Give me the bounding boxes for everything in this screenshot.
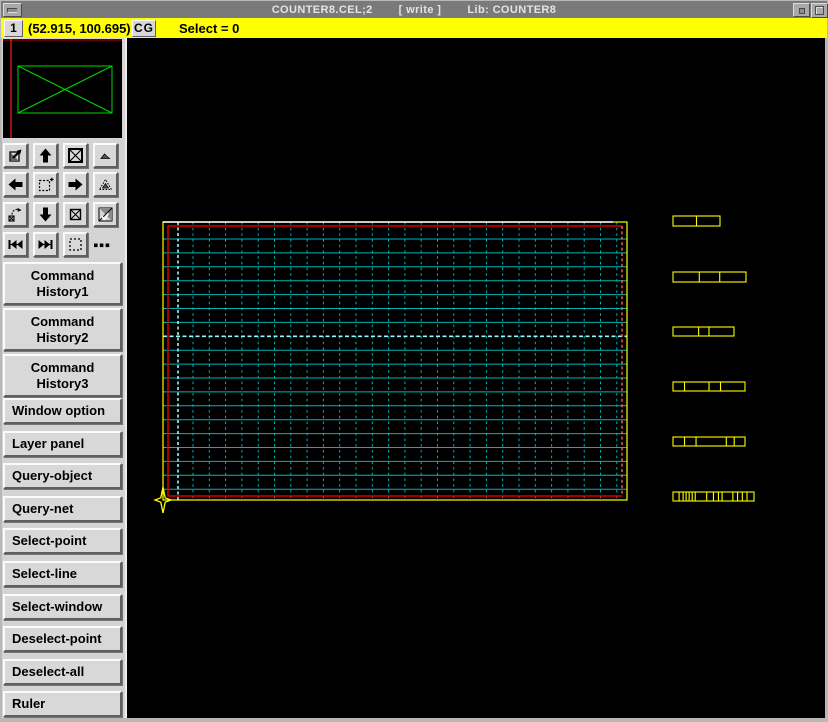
instance-box[interactable] (673, 216, 720, 226)
sidebar-button-ruler[interactable]: Ruler (3, 691, 122, 717)
canvas-drawing (127, 38, 825, 718)
zoom-full-icon (67, 147, 84, 164)
zoom-increase-button[interactable] (93, 172, 118, 197)
title-bar: COUNTER8.CEL;2 [ write ] Lib: COUNTER8 (1, 1, 827, 19)
zoom-window-button[interactable] (33, 172, 58, 197)
zoom-selected-icon (67, 206, 84, 223)
more-options-icon (93, 232, 110, 249)
sidebar-button-select-point[interactable]: Select-point (3, 528, 122, 554)
next-view-button[interactable] (33, 232, 58, 257)
sidebar-button-query-net[interactable]: Query-net (3, 496, 122, 522)
instance-box[interactable] (673, 327, 734, 336)
cursor-coordinates: (52.915, 100.695) (28, 21, 131, 36)
redraw-button[interactable] (3, 143, 28, 168)
overview-panel[interactable] (3, 39, 122, 138)
pan-up-icon (37, 147, 54, 164)
layout-canvas[interactable] (127, 38, 825, 718)
cg-mode-badge[interactable]: CG (132, 20, 156, 37)
window-title: COUNTER8.CEL;2 [ write ] Lib: COUNTER8 (1, 1, 827, 18)
sidebar-button-window-option[interactable]: Window option (3, 398, 122, 424)
button-label-line: Command (31, 314, 95, 330)
instance-box[interactable] (673, 382, 745, 391)
selection-count: Select = 0 (179, 21, 239, 36)
previous-view-button[interactable] (3, 202, 28, 227)
sidebar: CommandHistory1CommandHistory2CommandHis… (2, 38, 125, 718)
maximize-icon (815, 6, 824, 15)
sidebar-button-command-history1[interactable]: CommandHistory1 (3, 262, 122, 305)
button-label-line: History2 (36, 330, 88, 346)
previous-view-icon (7, 206, 24, 223)
instance-outline (673, 327, 734, 336)
minimize-button[interactable] (793, 3, 810, 17)
more-options-button[interactable] (93, 232, 118, 257)
button-label-line: Command (31, 268, 95, 284)
sidebar-button-command-history3[interactable]: CommandHistory3 (3, 354, 122, 397)
select-region-button[interactable] (63, 232, 88, 257)
fill-view-icon (97, 206, 114, 223)
instance-box[interactable] (673, 272, 746, 282)
zoom-decrease-button[interactable] (93, 143, 118, 168)
sidebar-button-command-history2[interactable]: CommandHistory2 (3, 308, 122, 351)
cell-boundary[interactable] (163, 222, 627, 500)
button-label-line: History1 (36, 284, 88, 300)
next-view-icon (37, 236, 54, 253)
application-window: COUNTER8.CEL;2 [ write ] Lib: COUNTER8 1… (0, 0, 828, 722)
status-bar: 1 (52.915, 100.695) CG Select = 0 (1, 18, 827, 38)
sidebar-button-query-object[interactable]: Query-object (3, 463, 122, 489)
sidebar-button-deselect-point[interactable]: Deselect-point (3, 626, 122, 652)
sidebar-button-layer-panel[interactable]: Layer panel (3, 431, 122, 457)
overview-cell-cross (18, 66, 112, 113)
zoom-decrease-icon (97, 147, 114, 164)
zoom-increase-icon (97, 176, 114, 193)
zoom-selected-button[interactable] (63, 202, 88, 227)
maximize-button[interactable] (811, 3, 828, 18)
instance-box[interactable] (673, 437, 745, 446)
pan-left-icon (7, 176, 24, 193)
zoom-full-button[interactable] (63, 143, 88, 168)
fill-view-button[interactable] (93, 202, 118, 227)
overview-drawing (3, 39, 122, 138)
window-number-badge: 1 (4, 20, 23, 37)
instance-outline (673, 272, 746, 282)
button-label-line: History3 (36, 376, 88, 392)
instance-box[interactable] (673, 492, 754, 501)
first-view-button[interactable] (3, 232, 28, 257)
sidebar-button-select-line[interactable]: Select-line (3, 561, 122, 587)
pan-right-icon (67, 176, 84, 193)
pan-down-button[interactable] (33, 202, 58, 227)
pan-left-button[interactable] (3, 172, 28, 197)
title-write-mode: [ write ] (399, 4, 442, 16)
minimize-icon (799, 8, 805, 14)
sidebar-button-select-window[interactable]: Select-window (3, 594, 122, 620)
pan-down-icon (37, 206, 54, 223)
title-library: Lib: COUNTER8 (467, 4, 556, 16)
pan-right-button[interactable] (63, 172, 88, 197)
pan-up-button[interactable] (33, 143, 58, 168)
select-region-icon (67, 236, 84, 253)
title-cell-name: COUNTER8.CEL;2 (272, 4, 373, 16)
sidebar-button-deselect-all[interactable]: Deselect-all (3, 659, 122, 685)
first-view-icon (7, 236, 24, 253)
redraw-icon (7, 147, 24, 164)
button-label-line: Command (31, 360, 95, 376)
zoom-window-icon (37, 176, 54, 193)
